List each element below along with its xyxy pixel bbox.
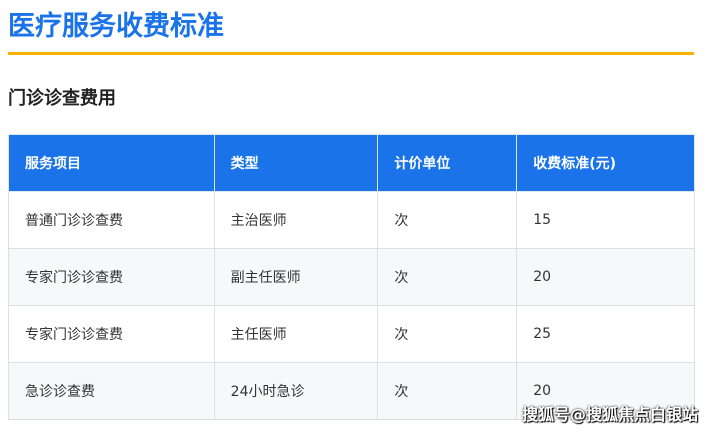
fee-table: 服务项目 类型 计价单位 收费标准(元) 普通门诊诊查费 主治医师 次 15 专… [8,134,695,420]
table-cell: 15 [516,191,695,249]
table-cell: 急诊诊查费 [8,362,215,420]
table-cell: 副主任医师 [213,248,379,306]
table-cell: 专家门诊诊查费 [8,248,215,306]
header-cell: 计价单位 [377,134,518,192]
table-header-row: 服务项目 类型 计价单位 收费标准(元) [8,134,695,192]
table-row: 专家门诊诊查费 主任医师 次 25 [8,305,695,363]
table-cell: 次 [377,191,518,249]
table-cell: 主治医师 [213,191,379,249]
table-cell: 次 [377,305,518,363]
table-cell: 25 [516,305,695,363]
header-cell: 类型 [213,134,379,192]
header-cell: 服务项目 [8,134,215,192]
header-cell: 收费标准(元) [516,134,695,192]
table-cell: 次 [377,248,518,306]
table-cell: 24小时急诊 [213,362,379,420]
table-cell: 主任医师 [213,305,379,363]
table-cell: 普通门诊诊查费 [8,191,215,249]
watermark: 搜狐号@搜狐焦点白银站 [521,405,698,424]
table-row: 专家门诊诊查费 副主任医师 次 20 [8,248,695,306]
section-heading: 门诊诊查费用 [8,88,116,109]
table-cell: 20 [516,248,695,306]
page-title: 医疗服务收费标准 [8,11,224,42]
table-row: 普通门诊诊查费 主治医师 次 15 [8,191,695,249]
table-cell: 专家门诊诊查费 [8,305,215,363]
table-cell: 次 [377,362,518,420]
title-divider [8,52,694,55]
